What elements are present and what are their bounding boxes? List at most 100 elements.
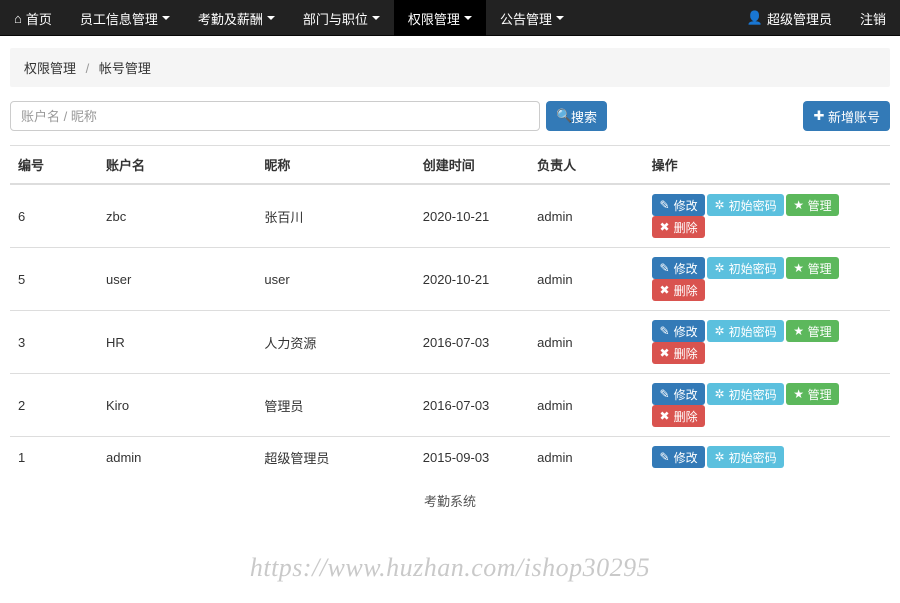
edit-button-icon: ✎ [659,324,671,338]
table-row: 6zbc张百川2020-10-21admin✎修改✲初始密码★管理✖删除 [10,184,890,248]
cell-ops: ✎修改✲初始密码★管理✖删除 [644,374,890,437]
init-pwd-button[interactable]: ✲初始密码 [707,320,784,342]
init-pwd-button[interactable]: ✲初始密码 [707,383,784,405]
nav-attend[interactable]: 考勤及薪酬 [184,0,289,36]
edit-button-label: 修改 [674,323,698,340]
cell-id: 5 [10,248,98,311]
manage-button[interactable]: ★管理 [786,194,839,216]
delete-button[interactable]: ✖删除 [652,279,705,301]
accounts-table: 编号 账户名 昵称 创建时间 负责人 操作 6zbc张百川2020-10-21a… [10,145,890,477]
edit-button[interactable]: ✎修改 [652,257,705,279]
caret-icon [162,16,170,20]
cell-id: 6 [10,184,98,248]
col-account: 账户名 [98,146,256,185]
user-icon: 👤 [747,10,763,26]
cell-created: 2020-10-21 [415,248,529,311]
breadcrumb-level-2: 帐号管理 [99,61,151,76]
delete-button-label: 删除 [674,219,698,236]
cell-id: 1 [10,437,98,478]
manage-button[interactable]: ★管理 [786,383,839,405]
init-pwd-button-label: 初始密码 [729,449,777,466]
edit-button-icon: ✎ [659,261,671,275]
edit-button[interactable]: ✎修改 [652,194,705,216]
nav-perm-label: 权限管理 [408,9,460,28]
cell-created: 2015-09-03 [415,437,529,478]
edit-button-icon: ✎ [659,198,671,212]
init-pwd-button-icon: ✲ [714,387,726,401]
manage-button-label: 管理 [808,260,832,277]
nav-dept-label: 部门与职位 [303,9,368,28]
cell-id: 3 [10,311,98,374]
init-pwd-button-label: 初始密码 [729,386,777,403]
manage-button-icon: ★ [793,387,805,401]
manage-button-label: 管理 [808,386,832,403]
cell-nick: user [256,248,414,311]
delete-button[interactable]: ✖删除 [652,342,705,364]
breadcrumb-level-1[interactable]: 权限管理 [24,61,76,76]
nav-current-user[interactable]: 👤超级管理员 [733,0,846,36]
cell-nick: 超级管理员 [256,437,414,478]
edit-button[interactable]: ✎修改 [652,446,705,468]
nav-notice[interactable]: 公告管理 [486,0,578,36]
cell-owner: admin [529,311,643,374]
cell-ops: ✎修改✲初始密码★管理✖删除 [644,311,890,374]
search-button[interactable]: 🔍搜索 [546,101,607,131]
edit-button[interactable]: ✎修改 [652,383,705,405]
table-row: 3HR人力资源2016-07-03admin✎修改✲初始密码★管理✖删除 [10,311,890,374]
home-icon: ⌂ [14,11,22,26]
manage-button[interactable]: ★管理 [786,257,839,279]
caret-icon [267,16,275,20]
cell-account: zbc [98,184,256,248]
delete-button-icon: ✖ [659,283,671,297]
manage-button-icon: ★ [793,261,805,275]
init-pwd-button-label: 初始密码 [729,323,777,340]
manage-button[interactable]: ★管理 [786,320,839,342]
delete-button[interactable]: ✖删除 [652,216,705,238]
search-button-label: 搜索 [571,107,597,126]
table-row: 1admin超级管理员2015-09-03admin✎修改✲初始密码 [10,437,890,478]
nav-right: 👤超级管理员 注销 [733,0,900,35]
caret-icon [556,16,564,20]
cell-nick: 管理员 [256,374,414,437]
footer-text: 考勤系统 [10,477,890,524]
search-group: 🔍搜索 [10,101,607,131]
nav-user-label: 超级管理员 [767,9,832,28]
init-pwd-button[interactable]: ✲初始密码 [707,257,784,279]
cell-account: admin [98,437,256,478]
init-pwd-button[interactable]: ✲初始密码 [707,446,784,468]
init-pwd-button-icon: ✲ [714,450,726,464]
col-owner: 负责人 [529,146,643,185]
cell-created: 2020-10-21 [415,184,529,248]
search-input[interactable] [10,101,540,131]
cell-nick: 张百川 [256,184,414,248]
edit-button-label: 修改 [674,386,698,403]
cell-account: Kiro [98,374,256,437]
init-pwd-button-icon: ✲ [714,198,726,212]
cell-nick: 人力资源 [256,311,414,374]
manage-button-icon: ★ [793,198,805,212]
add-account-label: 新增账号 [828,107,880,126]
init-pwd-button-label: 初始密码 [729,260,777,277]
delete-button[interactable]: ✖删除 [652,405,705,427]
nav-dept[interactable]: 部门与职位 [289,0,394,36]
edit-button-label: 修改 [674,449,698,466]
search-icon: 🔍 [556,108,568,124]
manage-button-icon: ★ [793,324,805,338]
delete-button-icon: ✖ [659,220,671,234]
nav-home-label: 首页 [26,9,52,28]
breadcrumb: 权限管理 / 帐号管理 [10,48,890,87]
nav-staff[interactable]: 员工信息管理 [66,0,184,36]
edit-button-icon: ✎ [659,387,671,401]
nav-perm[interactable]: 权限管理 [394,0,486,36]
col-id: 编号 [10,146,98,185]
nav-logout[interactable]: 注销 [846,0,900,36]
edit-button-label: 修改 [674,197,698,214]
nav-home[interactable]: ⌂ 首页 [0,0,66,36]
edit-button[interactable]: ✎修改 [652,320,705,342]
init-pwd-button[interactable]: ✲初始密码 [707,194,784,216]
add-account-button[interactable]: ✚新增账号 [803,101,890,131]
cell-owner: admin [529,248,643,311]
nav-notice-label: 公告管理 [500,9,552,28]
init-pwd-button-icon: ✲ [714,261,726,275]
edit-button-icon: ✎ [659,450,671,464]
